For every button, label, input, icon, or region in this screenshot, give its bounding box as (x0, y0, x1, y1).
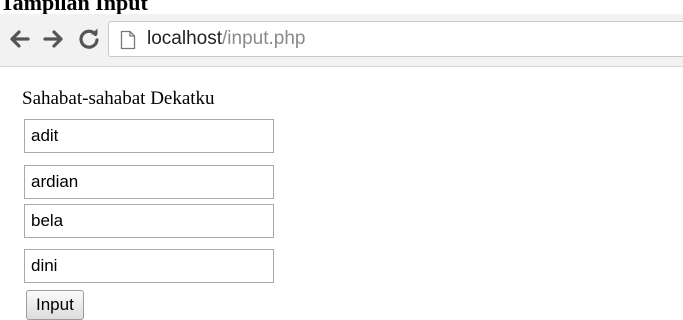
friend-input-1[interactable]: adit (24, 119, 274, 153)
back-button[interactable] (4, 24, 34, 54)
reload-icon (79, 28, 99, 49)
forward-arrow-icon (43, 30, 63, 48)
url-path: /input.php (222, 28, 306, 49)
form-label: Sahabat-sahabat Dekatku (22, 88, 215, 109)
friend-input-3[interactable]: bela (24, 204, 274, 238)
forward-button[interactable] (39, 24, 69, 54)
url-host: localhost (147, 28, 222, 49)
friend-input-4[interactable]: dini (24, 249, 274, 283)
friend-input-2[interactable]: ardian (24, 165, 274, 199)
url-text: localhost/input.php (147, 28, 305, 50)
reload-button[interactable] (74, 24, 104, 54)
address-bar[interactable]: localhost/input.php (108, 21, 683, 57)
browser-toolbar: localhost/input.php (0, 14, 683, 67)
page-icon (120, 30, 136, 50)
page-content: Sahabat-sahabat Dekatku adit ardian bela… (0, 66, 683, 320)
input-button[interactable]: Input (26, 290, 84, 320)
back-arrow-icon (10, 30, 30, 48)
